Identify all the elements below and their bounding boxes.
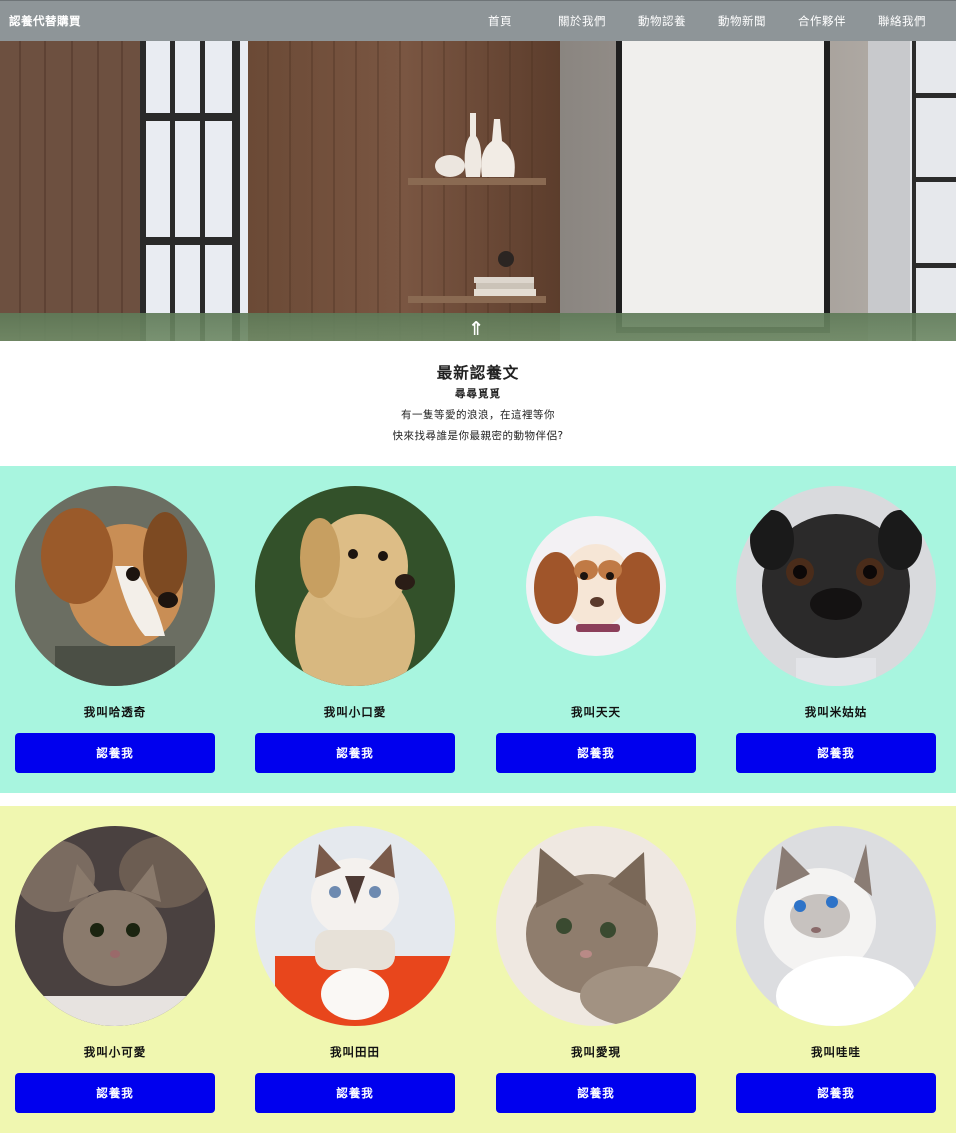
intro-subtitle: 尋尋覓覓: [455, 388, 501, 400]
pet-name: 我叫愛現: [571, 1045, 621, 1059]
pet-card: 我叫哇哇 認養我: [736, 806, 936, 1133]
pet-name: 我叫哈透奇: [83, 705, 147, 719]
pet-name: 我叫米姑姑: [804, 705, 868, 719]
intro-title: 最新認養文: [436, 364, 520, 382]
pet-card: 我叫田田 認養我: [255, 806, 455, 1133]
intro-line-2: 快來找尋誰是你最親密的動物伴侶?: [392, 430, 564, 442]
brand-logo-text[interactable]: 認養代替購買: [9, 13, 81, 29]
nav-item-news[interactable]: 動物新聞: [718, 13, 766, 29]
pet-card: 我叫愛現 認養我: [496, 806, 696, 1133]
hero-interior-image: [0, 41, 956, 341]
cats-section: 我叫小可愛 認養我 我叫田田 認養我 我叫愛現 認養我 我叫哇哇 認養我: [0, 806, 956, 1133]
nav-item-contact[interactable]: 聯絡我們: [878, 13, 926, 29]
pet-name: 我叫天天: [571, 705, 621, 719]
adopt-button[interactable]: 認養我: [496, 1073, 696, 1113]
nav-item-adoption[interactable]: 動物認養: [638, 13, 686, 29]
nav-item-partners[interactable]: 合作夥伴: [798, 13, 846, 29]
pet-photo[interactable]: [526, 516, 666, 656]
pet-card: 我叫米姑姑 認養我: [736, 466, 936, 793]
adopt-button[interactable]: 認養我: [15, 733, 215, 773]
adopt-button[interactable]: 認養我: [496, 733, 696, 773]
adopt-button[interactable]: 認養我: [736, 1073, 936, 1113]
pet-name: 我叫哇哇: [811, 1045, 861, 1059]
dogs-section: 我叫哈透奇 認養我 我叫小口愛 認養我 我叫天天 認養我 我叫米姑姑 認養我: [0, 466, 956, 793]
pet-photo[interactable]: [15, 486, 215, 686]
pet-photo[interactable]: [736, 826, 936, 1026]
nav-item-home[interactable]: 首頁: [488, 13, 512, 29]
pet-photo[interactable]: [736, 486, 936, 686]
adopt-button[interactable]: 認養我: [255, 1073, 455, 1113]
pet-photo[interactable]: [496, 826, 696, 1026]
top-navbar: 認養代替購買 首頁 關於我們 動物認養 動物新聞 合作夥伴 聯絡我們: [0, 0, 956, 41]
pet-photo[interactable]: [255, 486, 455, 686]
intro-line-1: 有一隻等愛的浪浪，在這裡等你: [401, 409, 555, 421]
scroll-to-top-icon[interactable]: ⇑: [466, 318, 486, 340]
adopt-button[interactable]: 認養我: [15, 1073, 215, 1113]
pet-photo[interactable]: [15, 826, 215, 1026]
pet-card: 我叫小口愛 認養我: [255, 466, 455, 793]
intro-section: 最新認養文 尋尋覓覓 有一隻等愛的浪浪，在這裡等你 快來找尋誰是你最親密的動物伴…: [0, 341, 956, 466]
pet-card: 我叫小可愛 認養我: [15, 806, 215, 1133]
pet-photo[interactable]: [255, 826, 455, 1026]
adopt-button[interactable]: 認養我: [255, 733, 455, 773]
pet-name: 我叫小可愛: [83, 1045, 147, 1059]
nav-item-about[interactable]: 關於我們: [558, 13, 606, 29]
pet-name: 我叫田田: [330, 1045, 380, 1059]
adopt-button[interactable]: 認養我: [736, 733, 936, 773]
pet-card: 我叫哈透奇 認養我: [15, 466, 215, 793]
hero-banner: ⇑: [0, 41, 956, 341]
pet-card: 我叫天天 認養我: [496, 466, 696, 793]
pet-name: 我叫小口愛: [323, 705, 387, 719]
